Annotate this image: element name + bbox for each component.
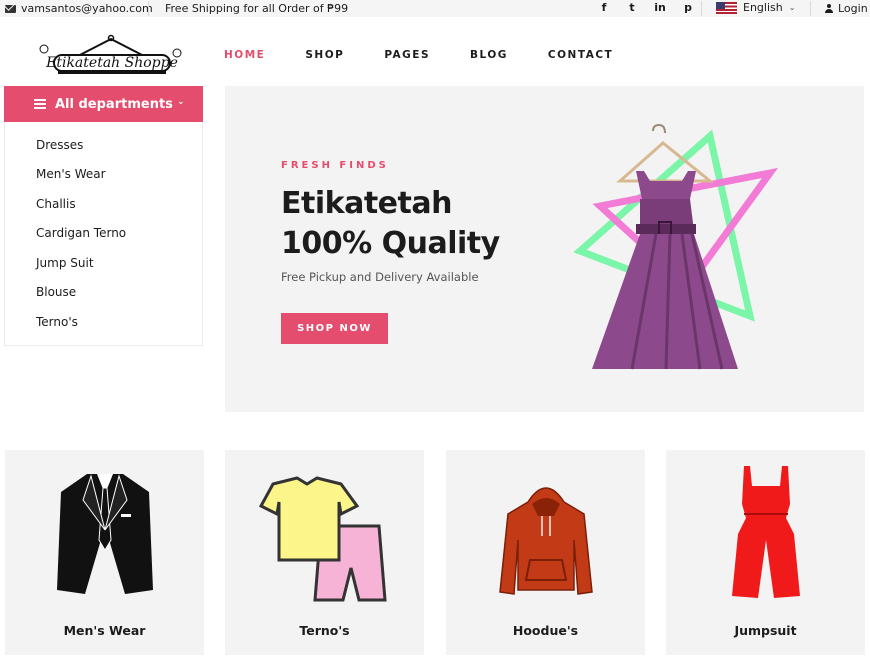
department-item-cardigan-terno[interactable]: Cardigan Terno: [36, 226, 126, 240]
department-item-dresses[interactable]: Dresses: [36, 138, 83, 152]
chevron-down-icon: ⌄: [788, 3, 796, 12]
login-label: Login: [838, 2, 868, 15]
divider: [810, 1, 811, 16]
hero-title-line1: Etikatetah: [281, 186, 452, 221]
twitter-icon[interactable]: t: [625, 1, 639, 14]
envelope-icon: [5, 4, 16, 13]
main-nav: HOME SHOP PAGES BLOG CONTACT: [224, 49, 653, 61]
department-item-blouse[interactable]: Blouse: [36, 285, 76, 299]
category-card-jumpsuit[interactable]: Jumpsuit: [666, 450, 865, 655]
hero-title: Etikatetah 100% Quality: [281, 184, 500, 264]
menu-icon: [34, 99, 46, 109]
jumpsuit-image: [732, 466, 800, 598]
divider: [701, 1, 702, 16]
category-label: Terno's: [299, 623, 350, 638]
department-item-jump-suit[interactable]: Jump Suit: [36, 256, 94, 270]
category-label: Jumpsuit: [734, 623, 797, 638]
language-selector[interactable]: English ⌄: [716, 1, 795, 14]
departments-list: Dresses Men's Wear Challis Cardigan Tern…: [4, 122, 203, 346]
department-item-challis[interactable]: Challis: [36, 197, 76, 211]
site-logo[interactable]: Etikatetah Shoppe: [36, 33, 186, 78]
department-item-ternos[interactable]: Terno's: [36, 315, 78, 329]
category-card-ternos[interactable]: Terno's: [225, 450, 424, 655]
hero-subtitle: Free Pickup and Delivery Available: [281, 270, 479, 284]
nav-home[interactable]: HOME: [224, 49, 265, 61]
category-label: Hoodue's: [512, 623, 579, 638]
departments-title: All departments: [55, 97, 173, 112]
dress-illustration: [573, 123, 779, 370]
facebook-icon[interactable]: f: [597, 1, 611, 14]
category-label: Men's Wear: [63, 623, 146, 638]
nav-shop[interactable]: SHOP: [305, 49, 344, 61]
department-item-mens-wear[interactable]: Men's Wear: [36, 167, 106, 181]
nav-blog[interactable]: BLOG: [470, 49, 508, 61]
hero-title-line2: 100% Quality: [281, 226, 500, 261]
category-card-hoodues[interactable]: Hoodue's: [446, 450, 645, 655]
login-link[interactable]: Login: [825, 2, 868, 15]
departments-toggle[interactable]: All departments ⌄: [4, 86, 203, 122]
hero-banner: FRESH FINDS Etikatetah 100% Quality Free…: [225, 86, 864, 412]
us-flag-icon: [716, 1, 737, 14]
email-text: vamsantos@yahoo.com: [21, 2, 153, 15]
suit-image: [57, 474, 153, 594]
pinterest-icon[interactable]: p: [681, 1, 695, 14]
shipping-notice: Free Shipping for all Order of ₱99: [165, 2, 349, 15]
chevron-down-icon: ⌄: [177, 97, 185, 107]
hero-kicker: FRESH FINDS: [281, 160, 389, 171]
nav-pages[interactable]: PAGES: [384, 49, 430, 61]
top-bar: vamsantos@yahoo.com Free Shipping for al…: [0, 0, 870, 17]
linkedin-icon[interactable]: in: [653, 1, 667, 14]
language-label: English: [743, 1, 783, 14]
category-card-mens-wear[interactable]: Men's Wear: [5, 450, 204, 655]
user-icon: [825, 4, 833, 13]
logo-text: Etikatetah Shoppe: [45, 55, 178, 71]
divider: [148, 1, 149, 16]
social-links: f t in p: [597, 1, 695, 14]
email-contact[interactable]: vamsantos@yahoo.com: [5, 2, 153, 15]
shop-now-button[interactable]: SHOP NOW: [281, 313, 388, 344]
nav-contact[interactable]: CONTACT: [548, 49, 613, 61]
terno-image: [259, 476, 387, 602]
hoodie-image: [499, 487, 593, 595]
